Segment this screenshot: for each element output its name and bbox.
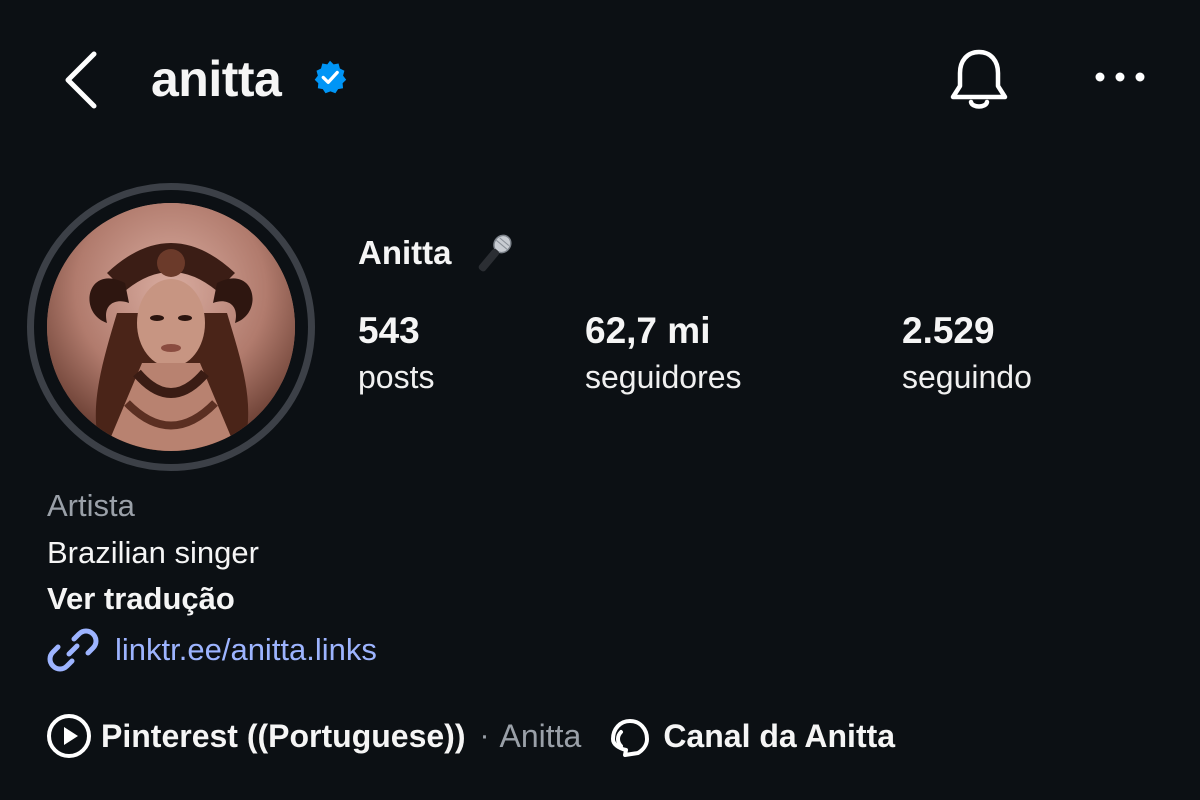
play-circle-icon <box>47 714 91 758</box>
following-label: seguindo <box>902 359 1032 395</box>
back-button[interactable] <box>58 48 106 112</box>
chevron-left-icon <box>65 51 97 109</box>
more-horizontal-icon <box>1095 72 1145 82</box>
avatar-photo <box>47 203 295 451</box>
profile-avatar-ring[interactable] <box>27 183 315 471</box>
link-icon <box>47 628 99 672</box>
more-options-button[interactable] <box>1090 62 1150 92</box>
notifications-button[interactable] <box>946 44 1012 114</box>
followers-label: seguidores <box>585 359 742 395</box>
profile-display-name: Anitta <box>358 234 452 271</box>
profile-extras-row: Pinterest ((Portuguese)) · Anitta Canal … <box>45 710 895 762</box>
followers-value: 62,7 mi <box>585 310 711 351</box>
bio-text: Brazilian singer <box>47 535 259 570</box>
music-track-link[interactable]: Pinterest ((Portuguese)) <box>101 718 465 755</box>
broadcast-channel-icon <box>611 719 650 757</box>
bio-link[interactable]: linktr.ee/anitta.links <box>47 624 377 676</box>
verified-badge-icon <box>314 60 347 94</box>
following-value: 2.529 <box>902 310 995 351</box>
bio-link-text: linktr.ee/anitta.links <box>115 632 377 667</box>
following-count[interactable]: 2.529 seguindo <box>902 310 1032 402</box>
separator-dot: · <box>479 719 490 752</box>
followers-count[interactable]: 62,7 mi seguidores <box>585 310 742 402</box>
profile-username: anitta <box>151 51 282 107</box>
profile-category: Artista <box>47 488 135 523</box>
profile-screen: anitta Anitta 543 posts 62,7 mi seguidor… <box>0 0 1200 800</box>
microphone-icon <box>478 234 512 272</box>
posts-count[interactable]: 543 posts <box>358 310 434 402</box>
bell-icon <box>950 49 1008 109</box>
see-translation-button[interactable]: Ver tradução <box>47 581 235 617</box>
music-artist-name[interactable]: Anitta <box>499 718 581 755</box>
channel-link[interactable]: Canal da Anitta <box>663 718 895 755</box>
posts-label: posts <box>358 359 435 395</box>
posts-value: 543 <box>358 310 420 351</box>
avatar <box>47 203 295 451</box>
